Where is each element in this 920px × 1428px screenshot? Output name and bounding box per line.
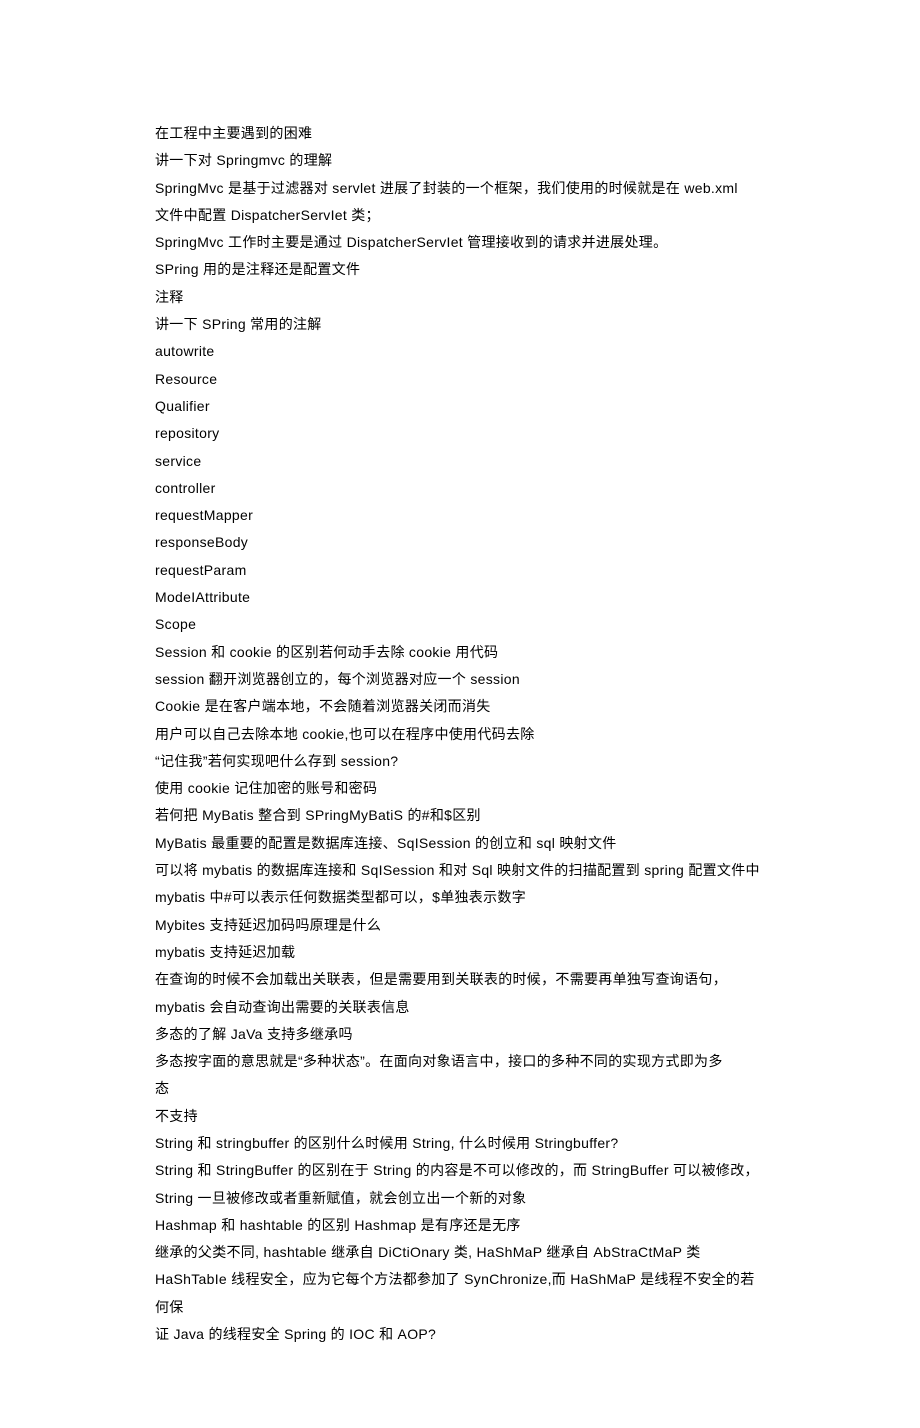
text-line: mybatis 支持延迟加载 (155, 939, 765, 966)
text-line: 若何把 MyBatis 整合到 SPringMyBatiS 的#和$区别 (155, 802, 765, 829)
text-line: requestParam (155, 557, 765, 584)
text-line: “记住我”若何实现吧什么存到 session? (155, 748, 765, 775)
text-line: Hashmap 和 hashtable 的区别 Hashmap 是有序还是无序 (155, 1212, 765, 1239)
text-line: mybatis 会自动查询出需要的关联表信息 (155, 994, 765, 1021)
text-line: 注释 (155, 284, 765, 311)
text-line: session 翻开浏览器创立的，每个浏览器对应一个 session (155, 666, 765, 693)
document-body: 在工程中主要遇到的困难讲一下对 Springmvc 的理解SpringMvc 是… (155, 120, 765, 1348)
text-line: responseBody (155, 529, 765, 556)
text-line: repository (155, 420, 765, 447)
text-line: Cookie 是在客户端本地，不会随着浏览器关闭而消失 (155, 693, 765, 720)
text-line: 在查询的时候不会加载出关联表，但是需要用到关联表的时候，不需要再单独写查询语句， (155, 966, 765, 993)
text-line: 在工程中主要遇到的困难 (155, 120, 765, 147)
text-line: Qualifier (155, 393, 765, 420)
text-line: SPring 用的是注释还是配置文件 (155, 256, 765, 283)
text-line: 多态的了解 JaVa 支持多继承吗 (155, 1021, 765, 1048)
text-line: SpringMvc 工作时主要是通过 DispatcherServIet 管理接… (155, 229, 765, 256)
text-line: 继承的父类不同, hashtable 继承自 DiCtiOnary 类, HaS… (155, 1239, 765, 1266)
text-line: String 和 stringbuffer 的区别什么时候用 String, 什… (155, 1130, 765, 1157)
text-line: 用户可以自己去除本地 cookie,也可以在程序中使用代码去除 (155, 721, 765, 748)
text-line: 多态按字面的意思就是“多种状态”。在面向对象语言中，接口的多种不同的实现方式即为… (155, 1048, 765, 1075)
text-line: SpringMvc 是基于过滤器对 servlet 进展了封装的一个框架，我们使… (155, 175, 765, 202)
text-line: controller (155, 475, 765, 502)
text-line: HaShTabIe 线程安全，应为它每个方法都参加了 SynChronize,而… (155, 1266, 765, 1321)
text-line: 使用 cookie 记住加密的账号和密码 (155, 775, 765, 802)
text-line: Resource (155, 366, 765, 393)
text-line: mybatis 中#可以表示任何数据类型都可以，$单独表示数字 (155, 884, 765, 911)
text-line: requestMapper (155, 502, 765, 529)
text-line: Scope (155, 611, 765, 638)
text-line: Mybites 支持延迟加码吗原理是什么 (155, 912, 765, 939)
text-line: 文件中配置 DispatcherServIet 类； (155, 202, 765, 229)
text-line: 讲一下对 Springmvc 的理解 (155, 147, 765, 174)
text-line: 证 Java 的线程安全 Spring 的 IOC 和 AOP? (155, 1321, 765, 1348)
text-line: 讲一下 SPring 常用的注解 (155, 311, 765, 338)
text-line: 可以将 mybatis 的数据库连接和 SqISession 和对 Sql 映射… (155, 857, 765, 884)
text-line: Session 和 cookie 的区别若何动手去除 cookie 用代码 (155, 639, 765, 666)
text-line: String 和 StringBuffer 的区别在于 String 的内容是不… (155, 1157, 765, 1184)
text-line: ModeIAttribute (155, 584, 765, 611)
text-line: String 一旦被修改或者重新赋值，就会创立出一个新的对象 (155, 1185, 765, 1212)
text-line: 不支持 (155, 1103, 765, 1130)
text-line: autowrite (155, 338, 765, 365)
text-line: service (155, 448, 765, 475)
text-line: 态 (155, 1075, 765, 1102)
text-line: MyBatis 最重要的配置是数据库连接、SqISession 的创立和 sql… (155, 830, 765, 857)
